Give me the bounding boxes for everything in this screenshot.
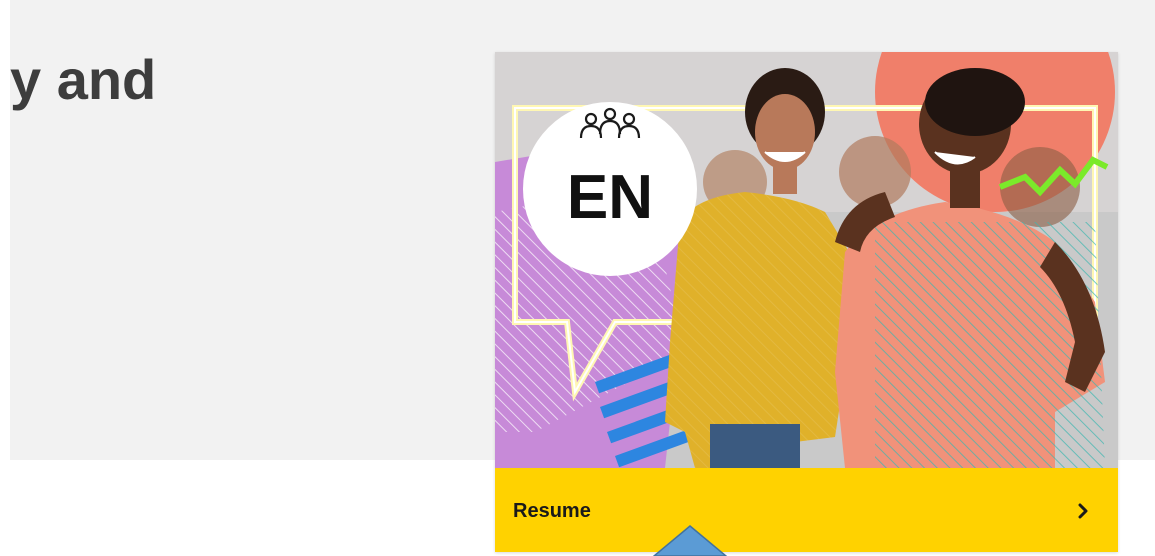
resume-label: Resume [513,500,591,522]
blue-arrow-pointer-icon [652,525,728,556]
course-card[interactable]: EN Resume [495,52,1118,552]
language-badge-text: EN [567,163,653,232]
chevron-right-icon [1078,503,1088,519]
course-cover-image: EN [495,52,1118,468]
page-heading: y and [10,48,157,111]
resume-button[interactable]: Resume [495,468,1118,552]
